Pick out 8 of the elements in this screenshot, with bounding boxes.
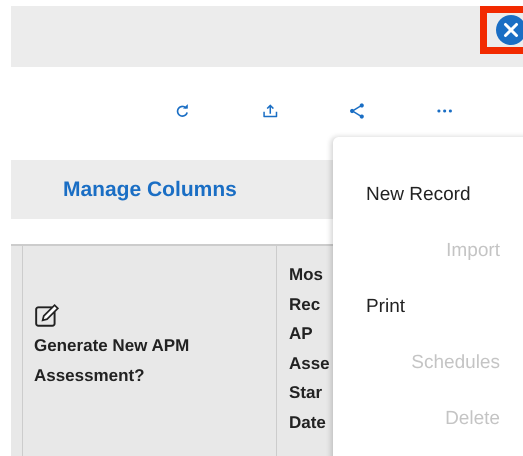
close-icon[interactable] <box>496 15 523 45</box>
manage-columns-link[interactable]: Manage Columns <box>63 178 237 202</box>
column-header: Mos Rec AP Asse Star Date <box>289 265 330 432</box>
more-icon[interactable] <box>436 107 452 115</box>
column-header: Generate New APM Assessment? <box>34 335 190 387</box>
menu-item[interactable]: Print <box>366 278 406 335</box>
menu-item[interactable]: New Record <box>366 166 471 223</box>
edit-icon[interactable] <box>34 303 60 329</box>
